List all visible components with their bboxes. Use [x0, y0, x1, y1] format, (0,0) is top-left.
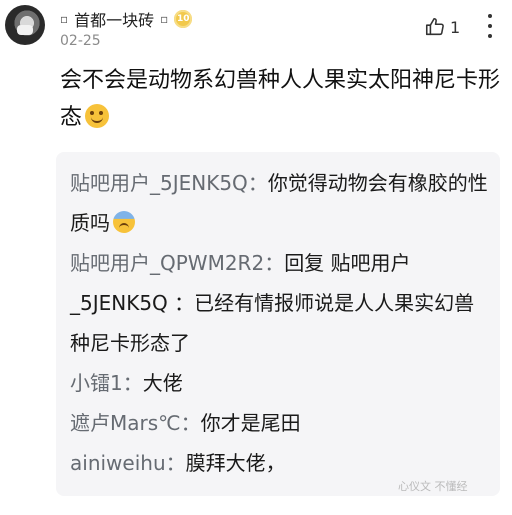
reply-text: 你才是尾田 [200, 411, 301, 435]
post-card: ▫ 首都一块砖 ▫ 10 02-25 1 会不会是动物系幻兽种人人果实太阳神尼卡… [0, 0, 512, 515]
reply-username[interactable]: 小镭1 [70, 371, 123, 395]
like-count: 1 [450, 17, 461, 37]
post-text: 会不会是动物系幻兽种人人果实太阳神尼卡形态 [60, 68, 501, 130]
reply-separator: ： [264, 251, 285, 275]
reply-text: 膜拜大佬， [185, 451, 286, 475]
reply-username[interactable]: 贴吧用户_QPWM2R2 [70, 251, 264, 275]
reply-separator: ： [247, 171, 268, 195]
avatar[interactable] [5, 5, 45, 45]
reply-section[interactable]: 贴吧用户_5JENK5Q：你觉得动物会有橡胶的性质吗 贴吧用户_QPWM2R2：… [56, 152, 500, 496]
reply-item[interactable]: 遮卢Mars℃：你才是尾田 [70, 403, 488, 443]
reply-item[interactable]: 小镭1：大佬 [70, 363, 488, 403]
reply-text: 大佬 [142, 371, 183, 395]
reply-item[interactable]: 贴吧用户_QPWM2R2：回复 贴吧用户_5JENK5Q ：已经有情报师说是人人… [70, 243, 488, 363]
username-decoration-right: ▫ [160, 12, 169, 26]
reply-item[interactable]: ainiweihu：膜拜大佬， [70, 443, 488, 483]
reply-username[interactable]: 遮卢Mars℃ [70, 411, 181, 435]
sweat-emoji-icon [113, 211, 135, 233]
reply-item[interactable]: 贴吧用户_5JENK5Q：你觉得动物会有橡胶的性质吗 [70, 163, 488, 243]
username-decoration-left: ▫ [60, 12, 69, 26]
reply-separator: ： [180, 411, 201, 435]
post-content: 会不会是动物系幻兽种人人果实太阳神尼卡形态 [60, 62, 500, 136]
reply-separator: ： [165, 451, 186, 475]
username-row[interactable]: ▫ 首都一块砖 ▫ 10 [60, 7, 193, 31]
reply-list: 贴吧用户_5JENK5Q：你觉得动物会有橡胶的性质吗 贴吧用户_QPWM2R2：… [70, 163, 488, 483]
username[interactable]: 首都一块砖 [74, 7, 154, 31]
reply-separator: ： [122, 371, 143, 395]
avatar-mask-detail [17, 25, 33, 35]
post-date: 02-25 [60, 33, 101, 49]
like-button[interactable]: 1 [424, 16, 460, 38]
reply-username[interactable]: 贴吧用户_5JENK5Q [70, 171, 248, 195]
watermark: 心仪文 不懂经 [398, 480, 468, 493]
more-options-icon[interactable] [485, 14, 495, 38]
reply-username[interactable]: ainiweihu [70, 451, 166, 475]
thumbs-up-icon [425, 17, 444, 36]
level-badge: 10 [174, 10, 193, 28]
smile-emoji-icon [85, 104, 110, 128]
